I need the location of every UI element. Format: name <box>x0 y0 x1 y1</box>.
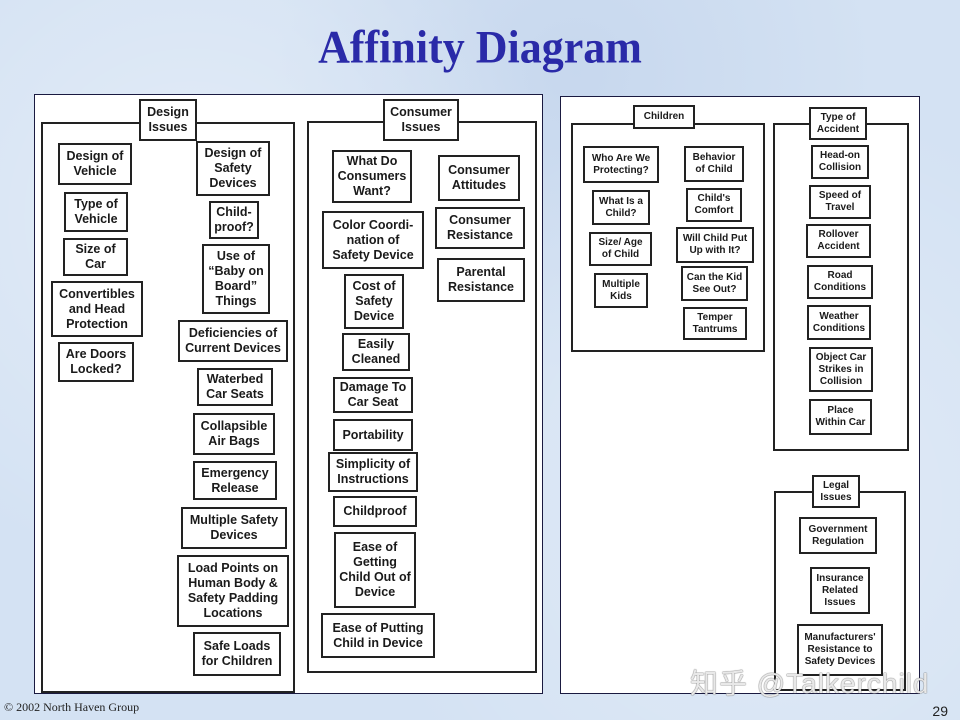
group-header-type-of-accident: Type of Accident <box>809 107 867 140</box>
affinity-card: Will Child Put Up with It? <box>676 227 754 263</box>
page-number: 29 <box>932 703 948 719</box>
group-header-consumer-issues: Consumer Issues <box>383 99 459 141</box>
affinity-card: Place Within Car <box>809 399 872 435</box>
affinity-card: Waterbed Car Seats <box>197 368 273 406</box>
affinity-card: Child-proof? <box>209 201 259 239</box>
affinity-card: Load Points on Human Body & Safety Paddi… <box>177 555 289 627</box>
affinity-card: Use of “Baby on Board” Things <box>202 244 270 314</box>
group-header-design-issues: Design Issues <box>139 99 197 141</box>
affinity-card: Design of Vehicle <box>58 143 132 185</box>
watermark: 知乎 @Talkerchild <box>690 668 930 699</box>
affinity-card: Easily Cleaned <box>342 333 410 371</box>
affinity-card: Object Car Strikes in Collision <box>809 347 873 392</box>
copyright-footer: © 2002 North Haven Group <box>4 700 140 714</box>
affinity-card: Collapsible Air Bags <box>193 413 275 455</box>
affinity-card: Type of Vehicle <box>64 192 128 232</box>
group-header-children: Children <box>633 105 695 129</box>
affinity-card: Temper Tantrums <box>683 307 747 340</box>
affinity-card: Behavior of Child <box>684 146 744 182</box>
affinity-card: Rollover Accident <box>806 224 871 258</box>
affinity-card: Multiple Safety Devices <box>181 507 287 549</box>
left-panel: Design Issues Design of Vehicle Type of … <box>34 94 543 694</box>
affinity-card: Design of Safety Devices <box>196 141 270 196</box>
affinity-card: Child's Comfort <box>686 188 742 222</box>
affinity-card: Emergency Release <box>193 461 277 500</box>
affinity-card: Insurance Related Issues <box>810 567 870 614</box>
affinity-card: Cost of Safety Device <box>344 274 404 329</box>
affinity-card: Can the Kid See Out? <box>681 266 748 301</box>
affinity-card: Size of Car <box>63 238 128 276</box>
affinity-card: Size/ Age of Child <box>589 232 652 266</box>
affinity-card: Consumer Resistance <box>435 207 525 249</box>
affinity-card: Portability <box>333 419 413 451</box>
affinity-card: Speed of Travel <box>809 185 871 219</box>
affinity-card: Ease of Putting Child in Device <box>321 613 435 658</box>
affinity-card: Consumer Attitudes <box>438 155 520 201</box>
affinity-card: Convertibles and Head Protection <box>51 281 143 337</box>
right-panel: Children Who Are We Protecting? What Is … <box>560 96 920 694</box>
affinity-card: What Do Consumers Want? <box>332 150 412 203</box>
affinity-card: Parental Resistance <box>437 258 525 302</box>
affinity-card: Are Doors Locked? <box>58 342 134 382</box>
affinity-card: Damage To Car Seat <box>333 377 413 413</box>
affinity-card: What Is a Child? <box>592 190 650 225</box>
affinity-card: Ease of Getting Child Out of Device <box>334 532 416 608</box>
page-title: Affinity Diagram <box>318 21 642 74</box>
affinity-card: Multiple Kids <box>594 273 648 308</box>
affinity-card: Who Are We Protecting? <box>583 146 659 183</box>
affinity-card: Deficiencies of Current Devices <box>178 320 288 362</box>
group-header-legal-issues: Legal Issues <box>812 475 860 508</box>
affinity-card: Safe Loads for Children <box>193 632 281 676</box>
affinity-card: Weather Conditions <box>807 305 871 340</box>
affinity-card: Color Coordi-nation of Safety Device <box>322 211 424 269</box>
affinity-card: Head-on Collision <box>811 145 869 179</box>
affinity-card: Simplicity of Instructions <box>328 452 418 492</box>
affinity-card: Childproof <box>333 496 417 527</box>
affinity-card: Road Conditions <box>807 265 873 299</box>
affinity-card: Government Regulation <box>799 517 877 554</box>
